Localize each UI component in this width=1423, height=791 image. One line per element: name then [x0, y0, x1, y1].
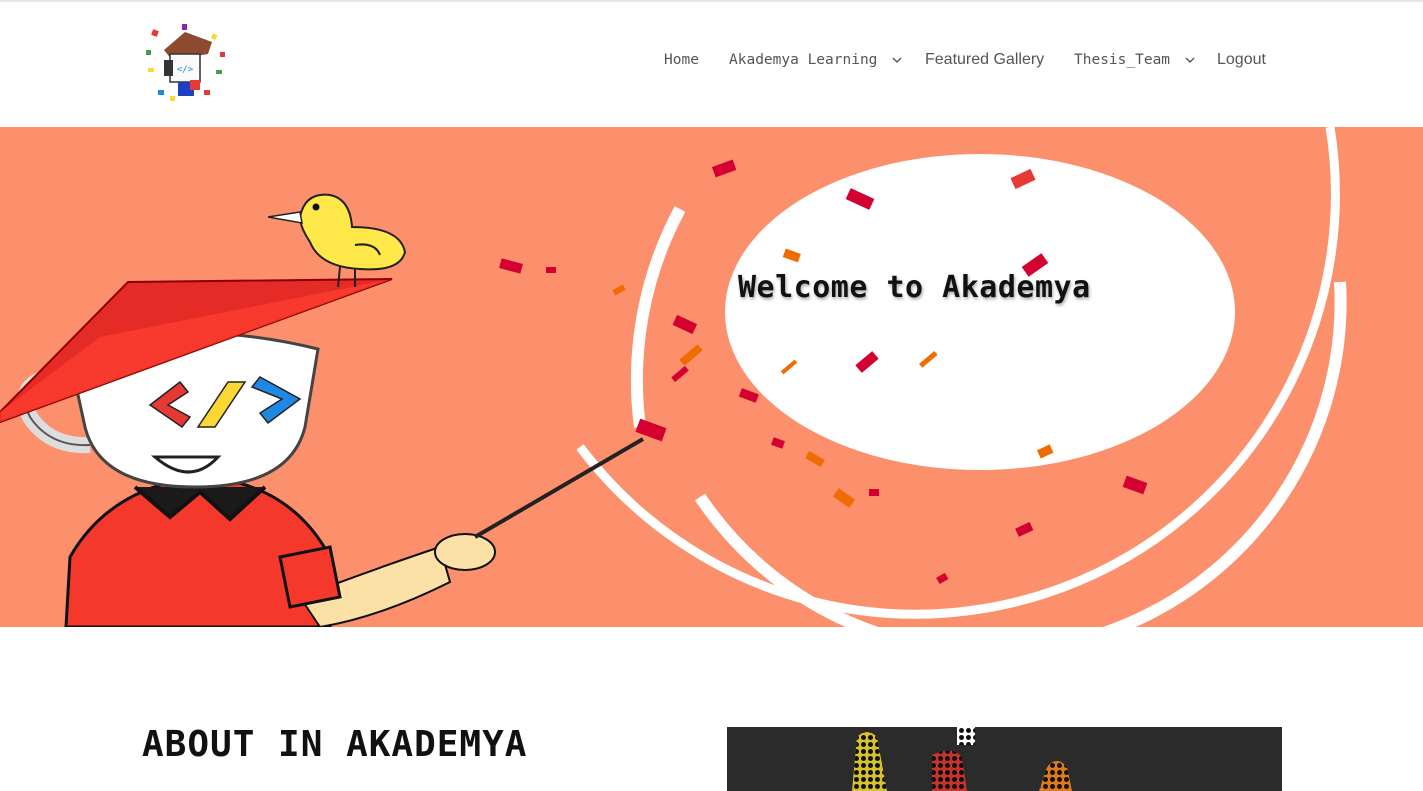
hero-banner: Welcome to Akademya [0, 127, 1423, 627]
about-title: ABOUT IN AKADEMYA [142, 724, 528, 765]
hero-illustration [0, 127, 1347, 627]
site-header: </> Home Akademya Learning Featured Gall… [0, 2, 1423, 127]
nav-featured-gallery[interactable]: Featured Gallery [925, 50, 1044, 70]
title-ellipse [725, 154, 1235, 470]
nav-thesis-team[interactable]: Thesis_Team [1074, 50, 1195, 70]
chevron-down-icon [1185, 57, 1195, 63]
svg-text:</>: </> [177, 65, 194, 75]
nav-home-label: Home [664, 52, 699, 68]
nav-thesis-team-label: Thesis_Team [1074, 52, 1171, 68]
nav-logout[interactable]: Logout [1217, 50, 1266, 70]
yellow-bird-icon [267, 193, 407, 288]
akademya-logo-icon[interactable]: </> [142, 20, 228, 104]
nav-akademya-learning-label: Akademya Learning [729, 52, 878, 68]
about-image-icon [727, 727, 1282, 791]
nav-logout-label: Logout [1217, 51, 1266, 68]
teacup-teacher-illustration [0, 278, 645, 627]
nav-home[interactable]: Home [664, 50, 699, 70]
chevron-down-icon [892, 57, 902, 63]
hero-title: Welcome to Akademya [738, 270, 1091, 305]
nav-featured-gallery-label: Featured Gallery [925, 51, 1045, 68]
nav-akademya-learning[interactable]: Akademya Learning [729, 50, 902, 70]
